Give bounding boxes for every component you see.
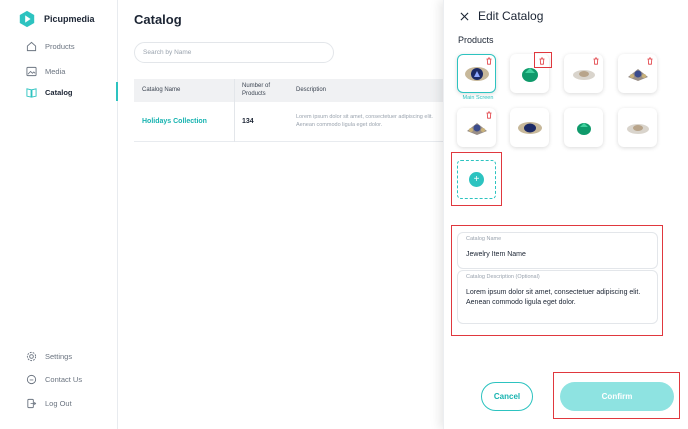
panel-header: Edit Catalog	[460, 9, 543, 23]
sidebar-item-log-out[interactable]: Log Out	[26, 398, 72, 409]
plus-icon: +	[469, 172, 484, 187]
jewelry-brooch-image	[466, 122, 487, 135]
catalog-name-label: Catalog Name	[466, 236, 502, 242]
product-thumbnail[interactable]	[618, 108, 657, 147]
column-header-catalog-name: Catalog Name	[142, 86, 181, 93]
products-section-label: Products	[458, 35, 494, 45]
product-thumbnail[interactable]	[510, 108, 549, 147]
add-product-button[interactable]: +	[457, 160, 496, 199]
sidebar-item-catalog[interactable]: Catalog	[26, 87, 73, 98]
delete-trash-icon[interactable]	[485, 111, 493, 119]
catalog-name-value: Jewelry Item Name	[466, 251, 526, 258]
confirm-button[interactable]: Confirm	[560, 382, 674, 411]
image-icon	[26, 66, 37, 77]
jewelry-ring-blue-image	[464, 66, 489, 81]
main-screen-label: Main Screen	[462, 95, 494, 101]
sidebar-item-label: Log Out	[45, 399, 72, 408]
brand[interactable]: Picupmedia	[18, 10, 95, 28]
sidebar-item-contact-us[interactable]: Contact Us	[26, 374, 82, 385]
delete-trash-icon[interactable]	[485, 57, 493, 65]
sidebar-item-products[interactable]: Products	[26, 41, 75, 52]
catalog-name-field[interactable]: Catalog Name Jewelry Item Name	[457, 232, 658, 269]
jewelry-ring-blue-image	[517, 121, 542, 134]
product-count-cell: 134	[242, 118, 254, 125]
sidebar-item-media[interactable]: Media	[26, 66, 65, 77]
jewelry-brooch-image	[627, 68, 648, 81]
catalog-table: Catalog Name Number of Products Descript…	[134, 79, 443, 142]
search-placeholder: Search by Name	[143, 49, 192, 56]
page-title: Catalog	[134, 12, 182, 27]
delete-trash-icon[interactable]	[592, 57, 600, 65]
delete-trash-icon[interactable]	[538, 57, 546, 65]
app-root: Picupmedia Products Media Catalog Settin…	[0, 0, 688, 429]
catalog-description-label: Catalog Description (Optional)	[466, 274, 540, 280]
catalog-description-value: Lorem ipsum dolor sit amet, consectetuer…	[466, 289, 641, 307]
sidebar-item-settings[interactable]: Settings	[26, 351, 72, 362]
brand-logo-icon	[19, 10, 35, 28]
sidebar-item-label: Contact Us	[45, 375, 83, 384]
jewelry-ring-silver-image	[626, 123, 649, 134]
delete-trash-icon[interactable]	[646, 57, 654, 65]
catalog-description-field[interactable]: Catalog Description (Optional) Lorem ips…	[457, 270, 658, 324]
catalog-name-cell[interactable]: Holidays Collection	[134, 118, 234, 125]
jewelry-emerald-image	[576, 122, 591, 135]
jewelry-emerald-image	[521, 67, 538, 82]
description-cell: Lorem ipsum dolor sit amet, consectetuer…	[296, 114, 433, 128]
sidebar-item-label: Catalog	[45, 88, 73, 97]
home-icon	[26, 41, 37, 52]
table-row[interactable]: Holidays Collection 134 Lorem ipsum dolo…	[134, 102, 443, 142]
brand-name: Picupmedia	[44, 14, 95, 24]
sidebar-item-label: Settings	[45, 352, 73, 361]
logout-icon	[27, 398, 37, 409]
chat-icon	[26, 374, 37, 385]
main-content: Catalog Search by Name Catalog Name Numb…	[118, 0, 443, 429]
column-header-description: Description	[296, 86, 327, 93]
product-thumbnail[interactable]	[564, 108, 603, 147]
gear-icon	[26, 351, 37, 362]
sidebar-item-label: Products	[45, 42, 75, 51]
sidebar: Picupmedia Products Media Catalog Settin…	[0, 0, 118, 429]
sidebar-item-label: Media	[45, 67, 66, 76]
jewelry-ring-silver-image	[572, 69, 595, 80]
column-divider	[234, 79, 235, 142]
close-icon[interactable]	[460, 12, 469, 21]
column-header-number-of-products: Number of Products	[242, 83, 271, 97]
panel-title: Edit Catalog	[478, 9, 544, 23]
book-icon	[26, 88, 37, 98]
cancel-button[interactable]: Cancel	[481, 382, 533, 411]
table-header: Catalog Name Number of Products Descript…	[134, 79, 443, 102]
search-input[interactable]: Search by Name	[134, 42, 334, 63]
